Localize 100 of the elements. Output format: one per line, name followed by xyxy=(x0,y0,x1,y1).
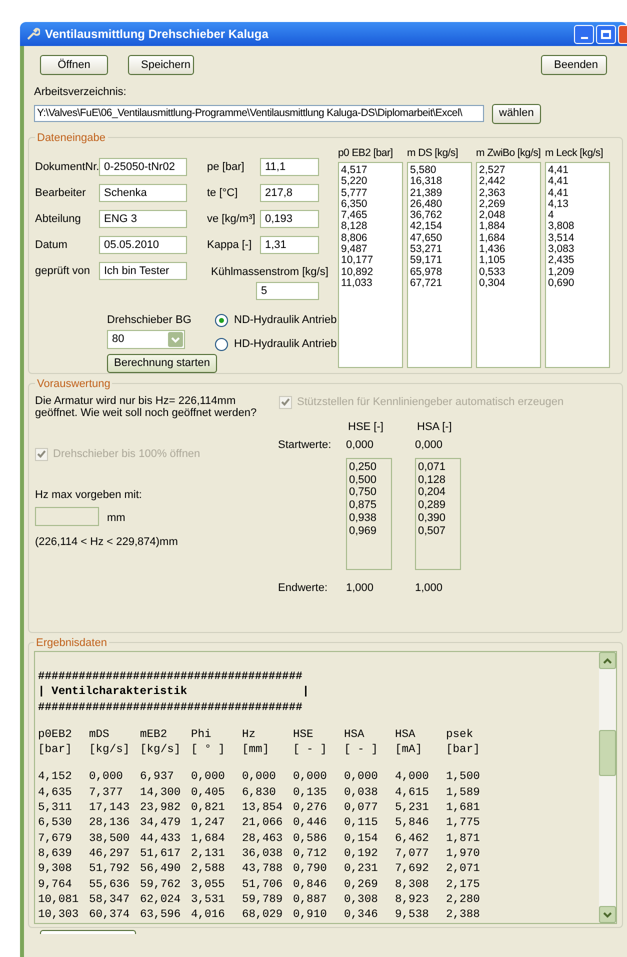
radio-button[interactable] xyxy=(215,338,228,351)
text-field[interactable]: 0,193 xyxy=(260,210,319,228)
exit-button[interactable]: Beenden xyxy=(541,55,607,75)
list-item: 16,318 xyxy=(410,176,444,188)
list-item: 4,41 xyxy=(548,165,570,176)
table-cell-text: 14,300 xyxy=(140,786,182,801)
table-cell-text: 1,589 xyxy=(446,786,481,801)
list-item: 4,41 xyxy=(548,188,570,199)
field-label: Hz max vorgeben mit: xyxy=(35,488,143,502)
table-cell-text: 43,788 xyxy=(242,862,284,878)
radio-button[interactable] xyxy=(215,314,228,327)
row-label: Endwerte: xyxy=(278,581,329,596)
checkbox-label: Stützstellen für Kennliniengeber automatisch erzeugen xyxy=(297,395,564,410)
toolbar-button[interactable]: Speichern xyxy=(128,55,194,75)
path-field[interactable]: Y:\Valves\FuE\06_Ventilausmittlung-Programme\Ventilausmittlung Kaluga-DS\Diplomarbeit\Excel\ xyxy=(34,105,484,122)
close-button[interactable] xyxy=(618,24,627,44)
size-dropdown[interactable]: 80 xyxy=(107,330,185,349)
list-box[interactable]: 2,527 2,442 2,363 2,269 2,048 1,884 1,684 1,436 1,105 0,533 0,304 xyxy=(476,162,541,368)
list-box[interactable]: 4,41 4,41 4,41 4,13 4 3,808 3,514 3,083 2,435 1,209 0,690 xyxy=(545,162,610,368)
list-item: 1,436 xyxy=(479,244,506,256)
list-item: 0,204 xyxy=(418,486,447,500)
table-cell-text: 1,775 xyxy=(446,816,481,832)
maximize-button[interactable] xyxy=(596,24,616,44)
table-cell-text: 0,887 xyxy=(293,892,328,908)
list-box[interactable]: 0,250 0,500 0,750 0,875 0,938 0,969 xyxy=(346,458,392,570)
list-item: 1,684 xyxy=(479,232,506,244)
table-cell-text: 0,712 xyxy=(293,846,328,862)
column-header: HSE xyxy=(293,728,314,743)
table-cell-text: 6,830 xyxy=(242,786,277,801)
text-field[interactable]: Ich bin Tester xyxy=(99,262,187,280)
list-item: 47,650 xyxy=(410,232,444,244)
column-header: m DS [kg/s] xyxy=(407,146,459,160)
banner-line: | Ventilcharakteristik | xyxy=(38,685,310,700)
table-cell-text: 0,821 xyxy=(191,801,226,816)
table-cell-text: 7,077 xyxy=(395,846,430,862)
text-field[interactable]: 05.05.2010 xyxy=(99,236,187,254)
group-title: Vorauswertung xyxy=(36,376,112,392)
text-field[interactable]: 11,1 xyxy=(260,158,319,176)
scroll-thumb[interactable] xyxy=(599,730,616,776)
table-cell-text: 2,071 xyxy=(446,862,481,878)
column-unit: [bar] xyxy=(446,743,481,758)
column-header: Hz xyxy=(242,728,257,743)
table-cell-text: 13,854 xyxy=(242,801,284,816)
table-cell-text: 28,463 xyxy=(242,832,284,847)
start-calculation-button[interactable]: Berechnung starten xyxy=(107,354,218,373)
list-item: 0,750 xyxy=(349,486,378,500)
table-cell-text: 51,617 xyxy=(140,846,182,862)
text-field[interactable] xyxy=(35,507,99,526)
text-field[interactable]: 217,8 xyxy=(260,184,319,202)
table-cell-text: 0,000 xyxy=(242,770,277,786)
text-field[interactable]: 1,31 xyxy=(260,236,319,254)
list-item: 67,721 xyxy=(410,278,444,290)
table-cell-text: 0,135 xyxy=(293,786,328,801)
text-field[interactable]: 5 xyxy=(256,282,319,300)
list-box[interactable]: 0,071 0,128 0,204 0,289 0,390 0,507 xyxy=(415,458,461,570)
table-cell-text: 6,530 xyxy=(38,816,73,832)
table-cell-text: 0,446 xyxy=(293,816,328,832)
toolbar-button[interactable]: Öffnen xyxy=(40,55,108,75)
table-cell-text: 28,136 xyxy=(89,816,131,832)
table-cell-text: 4,152 xyxy=(38,770,73,786)
scroll-up-button[interactable] xyxy=(599,652,616,669)
table-cell-text: 0,077 xyxy=(344,801,379,816)
table-cell-text: 4,016 xyxy=(191,908,226,924)
field-label: Kappa [-] xyxy=(207,238,253,253)
scrollbar[interactable] xyxy=(599,652,616,924)
list-box[interactable]: 5,580 16,318 21,389 26,480 36,762 42,154 47,650 53,271 59,171 65,978 67,721 xyxy=(407,162,472,368)
list-box[interactable]: 4,517 5,220 5,777 6,350 7,465 8,128 8,806 9,487 10,177 10,892 11,033 xyxy=(338,162,403,368)
column-header: Phi xyxy=(191,728,212,743)
cut-off-button[interactable] xyxy=(40,930,136,934)
unit-label: mm xyxy=(107,510,126,526)
list-item: 11,033 xyxy=(341,278,374,290)
text-field[interactable]: ENG 3 xyxy=(99,210,187,228)
choose-button[interactable]: wählen xyxy=(492,104,541,124)
column-unit: [ ° ] xyxy=(191,743,226,758)
table-cell-text: 60,374 xyxy=(89,908,131,924)
table-cell-text: 0,231 xyxy=(344,862,379,878)
list-item: 0,875 xyxy=(349,499,378,512)
table-cell-text: 0,000 xyxy=(344,770,379,786)
table-cell-text: 44,433 xyxy=(140,832,182,847)
column-header: HSA [-] xyxy=(416,420,453,434)
list-item: 0,969 xyxy=(349,524,378,538)
table-cell-text: 1,970 xyxy=(446,846,481,862)
minimize-button[interactable] xyxy=(574,24,594,44)
list-item: 36,762 xyxy=(410,210,444,222)
table-cell-text: 1,500 xyxy=(446,770,481,786)
table-cell-text: 5,311 xyxy=(38,801,73,816)
text-field[interactable]: Schenka xyxy=(99,184,187,202)
column-unit: [bar] xyxy=(38,743,73,758)
column-unit: [mA] xyxy=(395,743,424,758)
results-text-area[interactable] xyxy=(34,651,617,924)
scroll-down-button[interactable] xyxy=(599,906,616,924)
table-cell-text: 7,679 xyxy=(38,832,73,847)
list-item: 0,289 xyxy=(418,499,447,512)
table-cell-text: 59,762 xyxy=(140,878,182,893)
column-header: psek xyxy=(446,728,474,743)
field-label: DokumentNr. xyxy=(35,160,99,175)
table-cell-text: 6,937 xyxy=(140,770,175,786)
list-item: 2,442 xyxy=(479,176,506,188)
text-field[interactable]: 0-25050-tNr02 xyxy=(99,158,187,176)
table-cell-text: 10,081 xyxy=(38,892,80,908)
